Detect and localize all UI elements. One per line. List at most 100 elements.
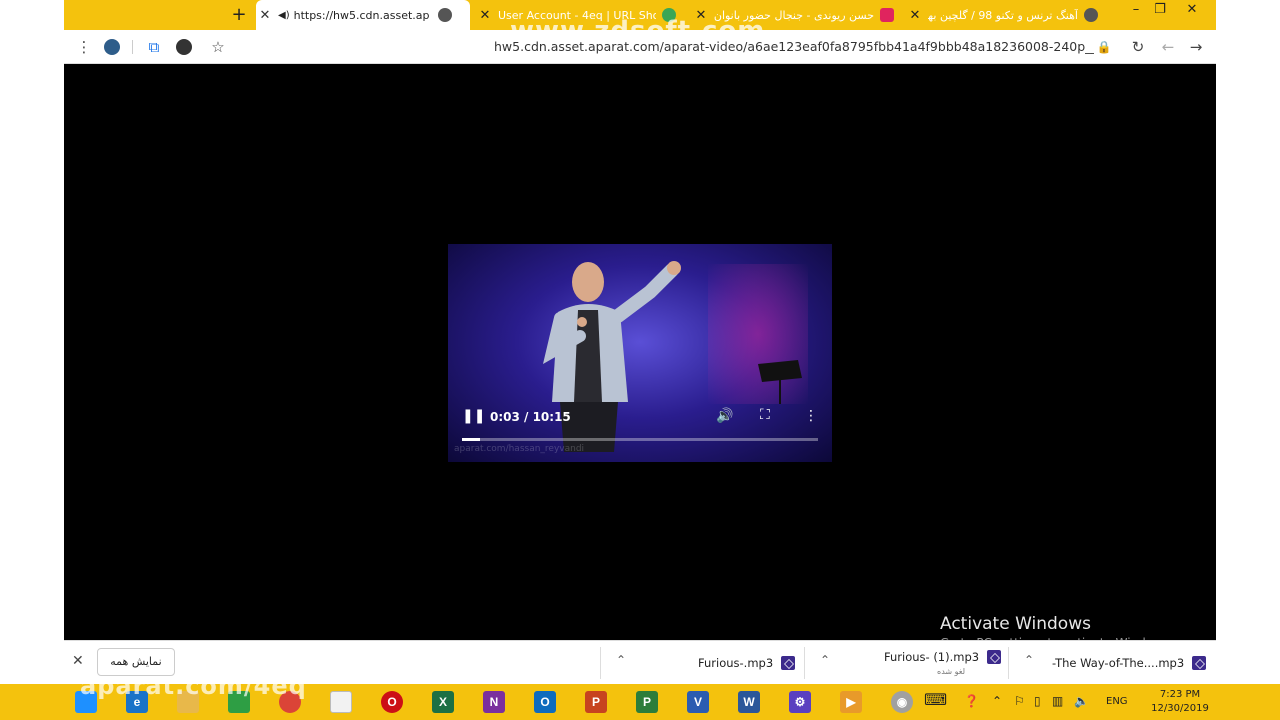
video-time: 0:03 / 10:15 [490,410,571,424]
page-content: ❚❚ 0:03 / 10:15 🔊 ⛶ ⋮ aparat.com/hassan_… [64,64,1216,650]
globe-icon [1084,8,1098,22]
download-item[interactable]: Furious-.mp3 [698,641,796,685]
word-app-glyph: W [738,691,760,713]
video-progress-bar[interactable] [462,438,818,441]
media-file-icon [1192,656,1207,670]
new-tab-button[interactable]: + [228,4,250,26]
taskbar-visio-icon[interactable]: V [678,687,718,717]
tray-chevron-icon[interactable]: ⌃ [992,694,1002,708]
back-arrow-icon[interactable]: ← [1158,37,1178,57]
taskbar-media-icon[interactable]: ▶ [831,687,871,717]
taskbar-onenote-icon[interactable]: N [474,687,514,717]
media-file-icon [987,650,1002,664]
chrome-app-glyph [279,691,301,713]
close-tab-icon[interactable]: ✕ [476,8,494,23]
download-filename: -The Way-of-The....mp3 [1052,656,1185,670]
translate-extension-icon[interactable]: ⧉ [144,37,164,57]
clock-date: 12/30/2019 [1151,703,1209,714]
tab-aparat-video[interactable]: ✕ حسن ریوندی - جنجال حضور بانوان [692,0,900,30]
video-watermark: aparat.com/hassan_reyvandi [454,444,585,454]
close-shelf-icon[interactable]: ✕ [72,653,84,669]
chevron-up-icon[interactable]: ⌃ [616,653,626,667]
close-tab-icon[interactable]: ✕ [692,8,710,23]
onenote-app-glyph: N [483,691,505,713]
fullscreen-icon[interactable]: ⛶ [760,407,770,423]
volume-icon[interactable]: 🔊 [716,408,733,424]
lock-icon: 🔒 [1096,40,1112,54]
tab-4eq[interactable]: ✕ User Account - 4eq | URL Shorte [476,0,684,30]
language-indicator[interactable]: ENG [1106,696,1128,707]
disc-app-glyph: ◉ [891,691,913,713]
taskbar-word-icon[interactable]: W [729,687,769,717]
volume-tray-icon[interactable]: 🔈 [1074,694,1089,708]
taskbar-powerpoint-icon[interactable]: P [576,687,616,717]
keyboard-icon[interactable]: ⌨ [924,690,947,709]
close-tab-icon[interactable]: ✕ [256,8,274,23]
show-all-button[interactable]: نمایش همه [97,648,175,676]
music-stand [758,360,802,404]
taskbar-settings-icon[interactable]: ⚙ [780,687,820,717]
reload-icon[interactable]: ↻ [1128,37,1148,57]
pause-icon[interactable]: ❚❚ [462,408,485,424]
chevron-up-icon[interactable]: ⌃ [1024,653,1034,667]
taskbar-explorer-icon[interactable] [168,687,208,717]
extension-globe-icon[interactable] [102,37,122,57]
globe-icon [437,8,452,22]
menu-icon[interactable]: ⋮ [74,37,94,57]
powerpoint-app-glyph: P [585,691,607,713]
project-app-glyph: P [636,691,658,713]
tab-title: User Account - 4eq | URL Shorte [498,8,656,22]
download-item[interactable]: -The Way-of-The....mp3 [1052,641,1207,685]
taskbar-start-icon[interactable] [66,687,106,717]
shelf-divider [804,647,805,679]
shelf-divider [1008,647,1009,679]
taskbar-project-icon[interactable]: P [627,687,667,717]
tab-title: https://hw5.cdn.asset.aparat [293,8,430,22]
address-bar: ⋮ ⧉ ☆ hw5.cdn.asset.aparat.com/aparat-vi… [64,30,1216,64]
flag-icon[interactable]: ⚐ [1014,694,1025,708]
battery-icon[interactable]: ▯ [1034,694,1041,708]
close-window-button[interactable]: ✕ [1178,0,1206,24]
forward-arrow-icon[interactable]: → [1186,37,1206,57]
taskbar-ie-icon[interactable]: e [117,687,157,717]
files-app-glyph [330,691,352,713]
excel-app-glyph: X [432,691,454,713]
tab-video[interactable]: ✕ ◀) https://hw5.cdn.asset.aparat [256,0,470,30]
opera-app-glyph: O [381,691,403,713]
outlook-app-glyph: O [534,691,556,713]
site-favicon-icon [662,8,676,22]
visio-app-glyph: V [687,691,709,713]
video-player[interactable]: ❚❚ 0:03 / 10:15 🔊 ⛶ ⋮ aparat.com/hassan_… [448,244,832,462]
network-icon[interactable]: ▥ [1052,694,1063,708]
restore-button[interactable]: ❐ [1146,0,1174,24]
taskbar: ⌨ ❓ ⌃ ⚐ ▯ ▥ 🔈 ENG 7:23 PM 12/30/2019 e O X… [0,684,1280,720]
explorer-app-glyph [177,691,199,713]
settings-app-glyph: ⚙ [789,691,811,713]
help-icon[interactable]: ❓ [964,694,979,708]
toolbar-divider [132,40,133,54]
vpn-extension-icon[interactable] [174,37,194,57]
close-tab-icon[interactable]: ✕ [906,8,924,23]
taskbar-files-icon[interactable] [321,687,361,717]
download-status: لغو شده [937,667,966,676]
system-clock[interactable]: 7:23 PM 12/30/2019 [1150,688,1210,716]
video-progress-fill [462,438,480,441]
taskbar-opera-icon[interactable]: O [372,687,412,717]
taskbar-disc-icon[interactable]: ◉ [882,687,922,717]
clock-time: 7:23 PM [1159,689,1201,700]
media-file-icon [781,656,796,670]
more-options-icon[interactable]: ⋮ [804,408,818,424]
store-app-glyph [228,691,250,713]
bookmark-star-icon[interactable]: ☆ [208,37,228,57]
audio-playing-icon[interactable]: ◀) [278,10,290,21]
media-app-glyph: ▶ [840,691,862,713]
taskbar-chrome-icon[interactable] [270,687,310,717]
taskbar-excel-icon[interactable]: X [423,687,463,717]
taskbar-store-icon[interactable] [219,687,259,717]
chevron-up-icon[interactable]: ⌃ [820,653,830,667]
activate-windows-title: Activate Windows [940,614,1091,634]
tab-music[interactable]: ✕ آهنگ ترنس و تکنو 98 / گلچین بهتر [906,0,1106,30]
url-field[interactable]: hw5.cdn.asset.aparat.com/aparat-video/a6… [494,39,1094,54]
taskbar-outlook-icon[interactable]: O [525,687,565,717]
download-filename: Furious-.mp3 [698,656,774,670]
